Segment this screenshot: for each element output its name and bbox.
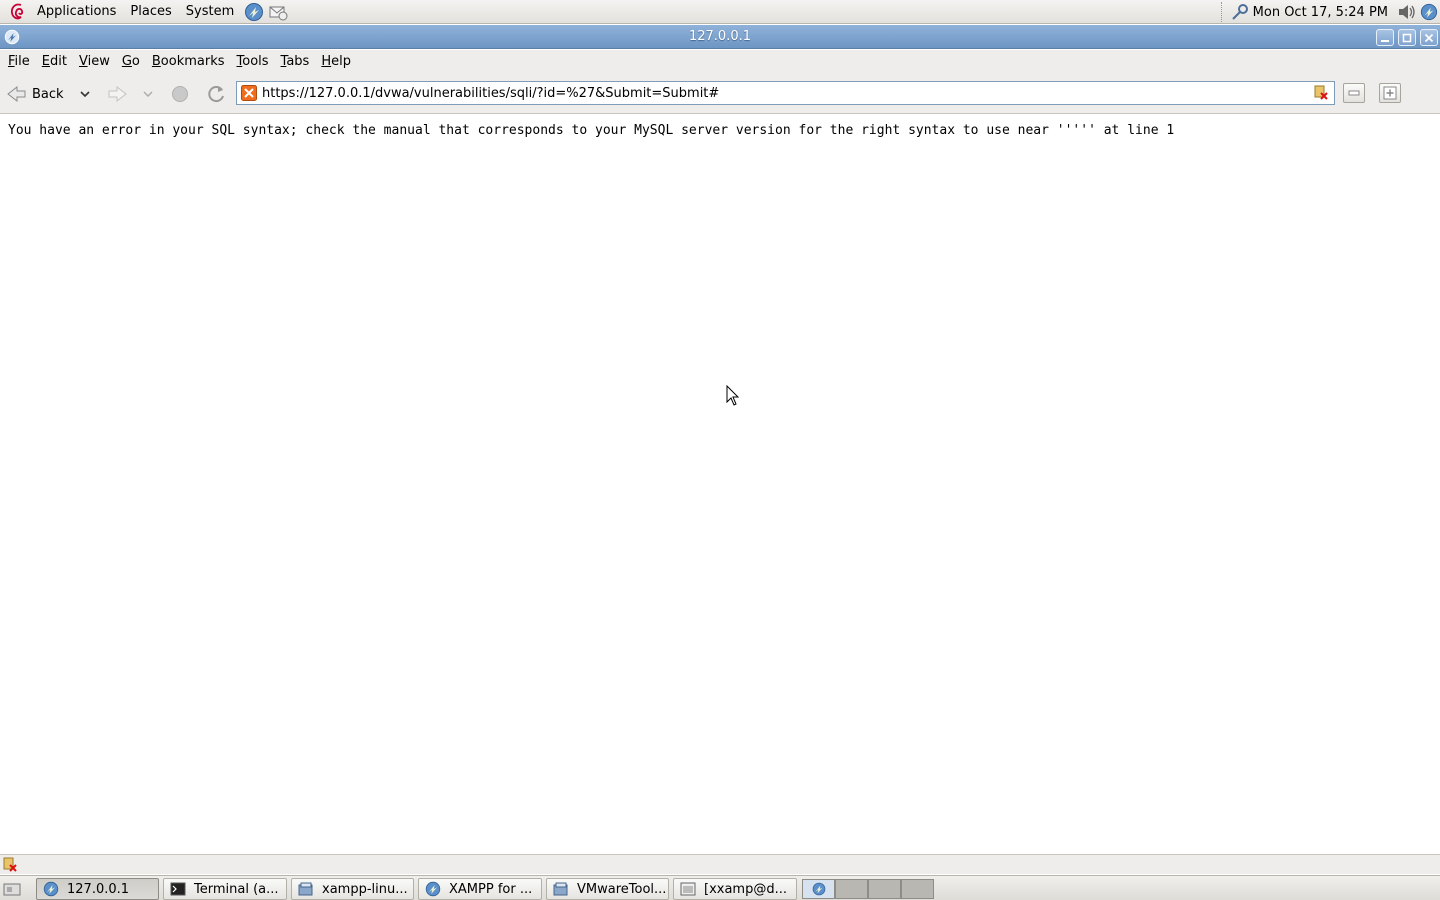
window-icon bbox=[680, 881, 696, 897]
workspace-3[interactable] bbox=[868, 879, 901, 899]
task-vmwaretools[interactable]: VMwareTool... bbox=[546, 878, 669, 900]
reload-button[interactable] bbox=[205, 82, 227, 106]
close-icon bbox=[1424, 33, 1434, 42]
task-label: 127.0.0.1 bbox=[67, 881, 130, 897]
menu-view[interactable]: View bbox=[73, 50, 116, 73]
forward-arrow-icon bbox=[108, 85, 127, 103]
workspace-4[interactable] bbox=[901, 879, 934, 899]
menu-tools[interactable]: Tools bbox=[231, 50, 275, 73]
site-favicon-icon bbox=[240, 84, 258, 102]
task-xampp-linux[interactable]: xampp-linu... bbox=[291, 878, 414, 900]
menubar: File Edit View Go Bookmarks Tools Tabs H… bbox=[0, 50, 1440, 73]
workspace-1[interactable] bbox=[802, 879, 835, 899]
show-desktop-icon bbox=[3, 883, 21, 896]
show-desktop-button[interactable] bbox=[2, 880, 22, 898]
browser-icon bbox=[43, 881, 59, 897]
menu-tabs[interactable]: Tabs bbox=[275, 50, 316, 73]
address-bar[interactable] bbox=[236, 81, 1335, 105]
back-button[interactable]: Back bbox=[6, 82, 64, 106]
window-title: 127.0.0.1 bbox=[688, 29, 752, 44]
task-label: xampp-linu... bbox=[322, 881, 408, 897]
menu-bookmarks[interactable]: Bookmarks bbox=[146, 50, 231, 73]
task-browser[interactable]: 127.0.0.1 bbox=[36, 878, 159, 900]
menu-go[interactable]: Go bbox=[116, 50, 146, 73]
new-tab-icon bbox=[1383, 86, 1397, 100]
file-manager-icon bbox=[298, 881, 314, 897]
workspace-2[interactable] bbox=[835, 879, 868, 899]
zoom-out-button[interactable] bbox=[1343, 83, 1365, 103]
workspace-switcher[interactable] bbox=[802, 879, 934, 899]
maximize-button[interactable] bbox=[1398, 29, 1416, 46]
broken-certificate-icon[interactable] bbox=[1312, 84, 1330, 102]
task-label: VMwareTool... bbox=[577, 881, 667, 897]
forward-history-dropdown[interactable] bbox=[141, 82, 155, 106]
page-content: You have an error in your SQL syntax; ch… bbox=[0, 115, 1440, 854]
panel-separator bbox=[1220, 2, 1223, 22]
menu-edit[interactable]: Edit bbox=[36, 50, 73, 73]
stop-button[interactable] bbox=[170, 82, 190, 106]
terminal-icon bbox=[170, 881, 186, 897]
back-arrow-icon bbox=[7, 85, 26, 103]
menu-help[interactable]: Help bbox=[315, 50, 357, 73]
status-bar bbox=[0, 854, 1440, 874]
panel-clock[interactable]: Mon Oct 17, 5:24 PM bbox=[1251, 5, 1396, 20]
volume-icon[interactable] bbox=[1396, 1, 1418, 23]
sql-error-message: You have an error in your SQL syntax; ch… bbox=[8, 123, 1175, 138]
network-key-icon[interactable] bbox=[1229, 1, 1251, 23]
close-button[interactable] bbox=[1420, 29, 1438, 46]
mail-launcher-icon[interactable] bbox=[267, 1, 289, 23]
bottom-panel: 127.0.0.1 Terminal (a... xampp-linu... X… bbox=[0, 875, 1440, 900]
applications-menu[interactable]: Applications bbox=[30, 0, 123, 24]
url-input[interactable] bbox=[258, 83, 1312, 103]
window-titlebar[interactable]: 127.0.0.1 bbox=[0, 25, 1440, 49]
new-tab-button[interactable] bbox=[1379, 83, 1401, 103]
menu-file[interactable]: File bbox=[2, 50, 36, 73]
top-panel: Applications Places System Mon Oct 17, 5… bbox=[0, 0, 1440, 24]
maximize-icon bbox=[1402, 33, 1412, 42]
back-label: Back bbox=[32, 86, 64, 102]
window-controls bbox=[1376, 29, 1438, 46]
panel-tray: Mon Oct 17, 5:24 PM bbox=[1215, 0, 1440, 24]
task-terminal[interactable]: Terminal (a... bbox=[163, 878, 287, 900]
task-label: [xxamp@d... bbox=[704, 881, 787, 897]
minimize-icon bbox=[1381, 39, 1389, 42]
debian-logo-icon[interactable] bbox=[6, 0, 30, 24]
security-warning-icon[interactable] bbox=[2, 857, 18, 873]
task-label: XAMPP for ... bbox=[449, 881, 533, 897]
browser-tray-icon[interactable] bbox=[1418, 1, 1440, 23]
task-xxamp-terminal[interactable]: [xxamp@d... bbox=[673, 878, 797, 900]
browser-launcher-icon[interactable] bbox=[243, 1, 265, 23]
chevron-down-icon bbox=[143, 91, 153, 97]
file-manager-icon bbox=[553, 881, 569, 897]
mouse-cursor-icon bbox=[726, 385, 740, 406]
chevron-down-icon bbox=[80, 91, 90, 98]
system-menu[interactable]: System bbox=[179, 0, 241, 24]
back-history-dropdown[interactable] bbox=[78, 82, 92, 106]
stop-icon bbox=[172, 86, 188, 102]
task-label: Terminal (a... bbox=[194, 881, 279, 897]
task-xampp-browser[interactable]: XAMPP for ... bbox=[418, 878, 542, 900]
forward-button[interactable] bbox=[106, 82, 128, 106]
browser-icon bbox=[812, 882, 825, 896]
minimize-button[interactable] bbox=[1376, 29, 1394, 46]
minus-icon bbox=[1348, 90, 1360, 96]
reload-icon bbox=[208, 86, 224, 103]
places-menu[interactable]: Places bbox=[123, 0, 178, 24]
browser-icon bbox=[425, 881, 441, 897]
